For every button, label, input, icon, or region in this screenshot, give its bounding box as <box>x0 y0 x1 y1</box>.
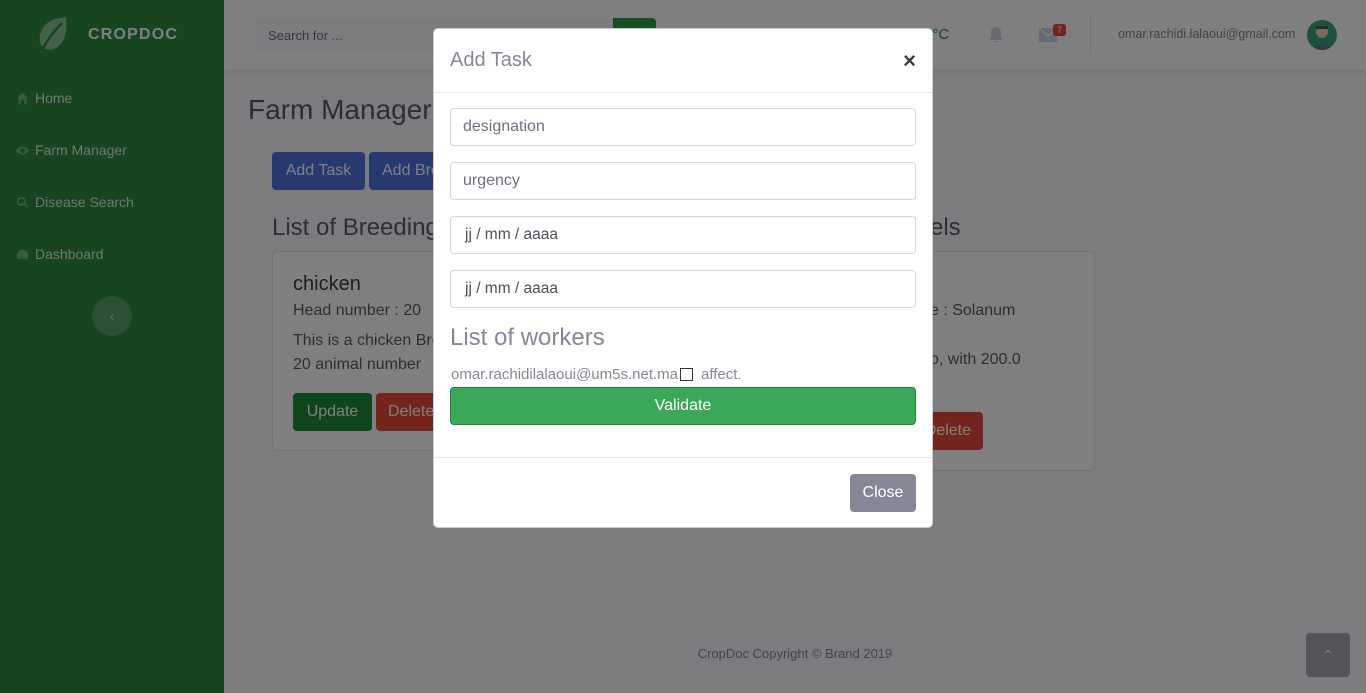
close-icon[interactable]: × <box>903 49 916 72</box>
designation-input[interactable]: designation <box>450 108 916 146</box>
affect-checkbox[interactable] <box>680 368 693 381</box>
worker-row: omar.rachidilalaoui@um5s.net.ma affect. <box>451 366 742 383</box>
affect-label: affect. <box>701 366 742 383</box>
workers-list-title: List of workers <box>450 324 605 351</box>
urgency-input[interactable]: urgency <box>450 162 916 200</box>
modal-header: Add Task × <box>434 29 932 93</box>
modal-footer: Close <box>434 457 932 527</box>
close-button[interactable]: Close <box>850 474 916 512</box>
end-date-input[interactable]: jj / mm / aaaa <box>450 270 916 308</box>
modal-title: Add Task <box>450 49 532 71</box>
start-date-input[interactable]: jj / mm / aaaa <box>450 216 916 254</box>
worker-email: omar.rachidilalaoui@um5s.net.ma <box>451 366 678 383</box>
add-task-modal: Add Task × designation urgency jj / mm /… <box>433 28 933 528</box>
validate-button[interactable]: Validate <box>450 387 916 425</box>
